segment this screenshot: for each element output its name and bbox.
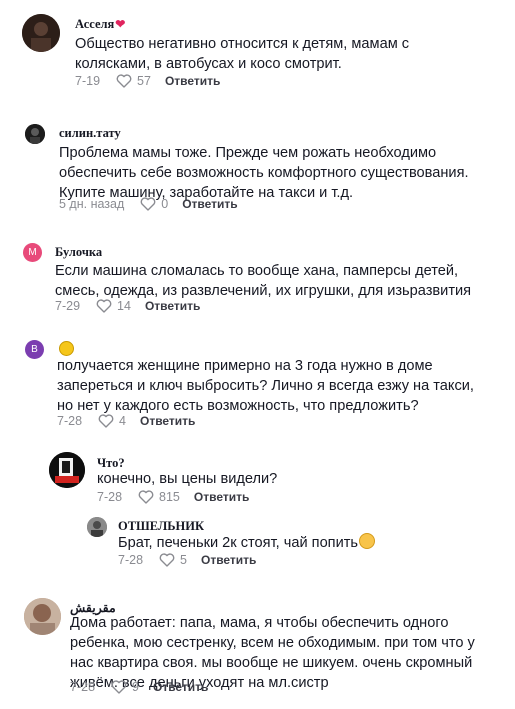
comment-text: конечно, вы цены видели? xyxy=(97,471,278,487)
avatar[interactable] xyxy=(25,124,45,144)
avatar-photo-icon xyxy=(87,517,107,537)
like-count: 4 xyxy=(119,414,126,428)
comment-date: 7-28 xyxy=(118,553,144,567)
comment-date: 7-19 xyxy=(75,74,101,88)
heart-outline-icon xyxy=(140,197,156,211)
reply-button[interactable]: Ответить xyxy=(165,74,220,88)
avatar-photo-icon xyxy=(25,124,45,144)
comment-date: 7-28 xyxy=(57,414,83,428)
reply-button[interactable]: Ответить xyxy=(153,680,208,694)
like-count: 57 xyxy=(137,74,151,88)
heart-outline-icon xyxy=(159,553,175,567)
avatar-photo-icon xyxy=(24,598,61,635)
like-button[interactable]: 0 xyxy=(140,197,168,211)
avatar-photo-icon xyxy=(49,452,85,488)
reply-button[interactable]: Ответить xyxy=(145,299,200,313)
like-count: 9 xyxy=(132,680,139,694)
comment-meta: 7-28 4 Ответить xyxy=(57,414,195,428)
heart-outline-icon xyxy=(111,680,127,694)
heart-outline-icon xyxy=(138,490,154,504)
comment-meta: 5 дн. назад 0 Ответить xyxy=(59,197,238,211)
heart-outline-icon xyxy=(98,414,114,428)
avatar[interactable] xyxy=(49,452,85,488)
comment-date: 7-28 xyxy=(70,680,96,694)
reply-button[interactable]: Ответить xyxy=(182,197,237,211)
heart-outline-icon xyxy=(116,74,132,88)
avatar-letter: В xyxy=(31,344,38,355)
comment-meta: 7-28 815 Ответить xyxy=(97,490,249,504)
comment-author[interactable]: Асселя❤ xyxy=(75,17,125,32)
comment-date: 7-28 xyxy=(97,490,123,504)
comment-author[interactable]: Булочка xyxy=(55,245,102,260)
comment-meta: 7-29 14 Ответить xyxy=(55,299,200,313)
comment-text: Общество негативно относится к детям, ма… xyxy=(75,36,410,72)
like-count: 0 xyxy=(161,197,169,211)
smile-emoji-icon xyxy=(359,533,376,549)
avatar-letter: М xyxy=(28,247,37,258)
like-button[interactable]: 57 xyxy=(116,74,151,88)
comment-author[interactable]: ОТШЕЛЬНИК xyxy=(118,519,204,534)
sun-emoji-icon xyxy=(59,340,74,356)
avatar[interactable]: В xyxy=(25,340,44,359)
reply-button[interactable]: Ответить xyxy=(140,414,195,428)
avatar-photo-icon xyxy=(22,14,60,52)
avatar[interactable] xyxy=(24,598,61,635)
like-button[interactable]: 14 xyxy=(96,299,131,313)
like-button[interactable]: 815 xyxy=(138,490,180,504)
avatar[interactable] xyxy=(87,517,107,537)
like-count: 5 xyxy=(180,553,187,567)
comment-meta: 7-28 9 Ответить xyxy=(70,680,208,694)
comment-date: 5 дн. назад xyxy=(59,197,125,211)
like-button[interactable]: 5 xyxy=(159,553,187,567)
comment-author[interactable] xyxy=(57,340,74,356)
comment-meta: 7-19 57 Ответить xyxy=(75,74,220,88)
like-count: 815 xyxy=(159,490,180,504)
comment-meta: 7-28 5 Ответить xyxy=(118,553,256,567)
avatar[interactable]: М xyxy=(23,243,42,262)
like-button[interactable]: 4 xyxy=(98,414,126,428)
reply-button[interactable]: Ответить xyxy=(194,490,249,504)
like-count: 14 xyxy=(117,299,131,313)
comment-author[interactable]: силин.тату xyxy=(59,126,121,141)
comment-date: 7-29 xyxy=(55,299,81,313)
comment-text: Брат, печеньки 2к стоят, чай попить xyxy=(118,533,478,553)
comment-text: Проблема мамы тоже. Прежде чем рожать не… xyxy=(59,145,469,201)
like-button[interactable]: 9 xyxy=(111,680,139,694)
comment-text: Если машина сломалась то вообще хана, па… xyxy=(55,263,472,299)
reply-button[interactable]: Ответить xyxy=(201,553,256,567)
comment-text: получается женщине примерно на 3 года ну… xyxy=(57,358,474,414)
heart-outline-icon xyxy=(96,299,112,313)
heart-emoji-icon: ❤ xyxy=(115,17,126,31)
avatar[interactable] xyxy=(22,14,60,52)
